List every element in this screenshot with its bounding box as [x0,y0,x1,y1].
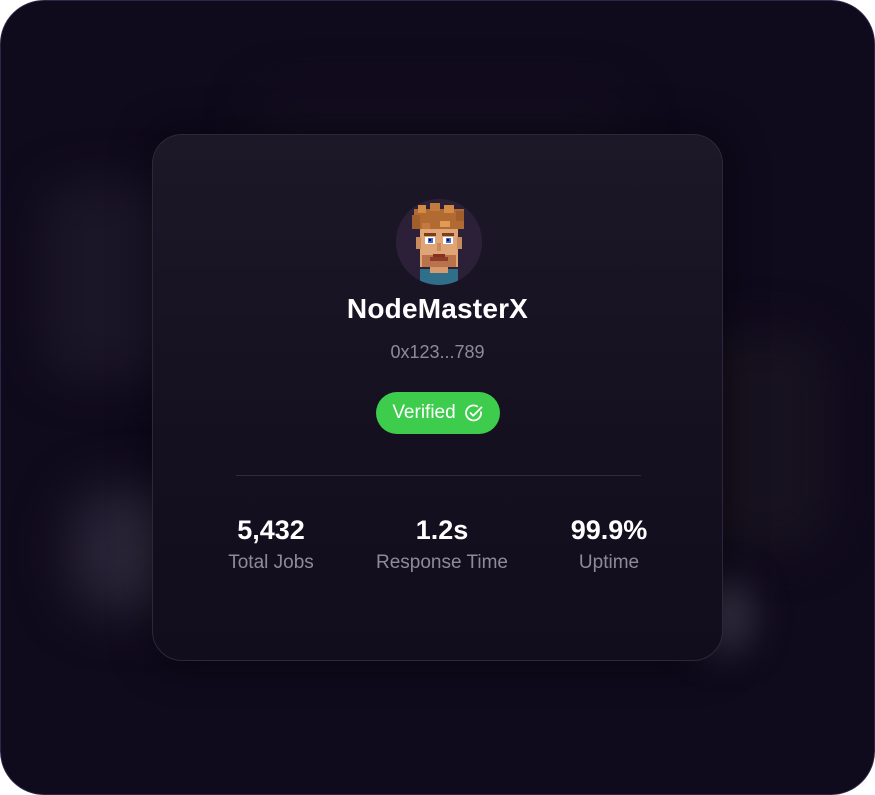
profile-name: NodeMasterX [346,293,529,324]
avatar[interactable] [396,199,482,285]
stat-value: 5,432 [237,515,305,545]
stat-label: Total Jobs [228,552,314,573]
check-circle-icon [464,404,483,422]
stat-total-jobs: 5,432 Total Jobs [186,513,356,577]
verified-badge: Verified [376,392,500,434]
stat-uptime: 99.9% Uptime [524,513,694,577]
stat-value: 1.2s [415,515,469,545]
profile-card: NodeMasterX 0x123...789 Verified 5,432 T… [152,134,723,661]
stat-label: Uptime [578,552,640,573]
stat-response-time: 1.2s Response Time [357,513,527,577]
pixel-art-avatar-icon [396,199,482,285]
verified-label: Verified [392,402,456,423]
app-frame: NodeMasterX 0x123...789 Verified 5,432 T… [0,0,875,795]
stat-label: Response Time [375,552,508,573]
wallet-address[interactable]: 0x123...789 [153,342,722,363]
stat-value: 99.9% [570,515,648,545]
divider [236,475,641,476]
